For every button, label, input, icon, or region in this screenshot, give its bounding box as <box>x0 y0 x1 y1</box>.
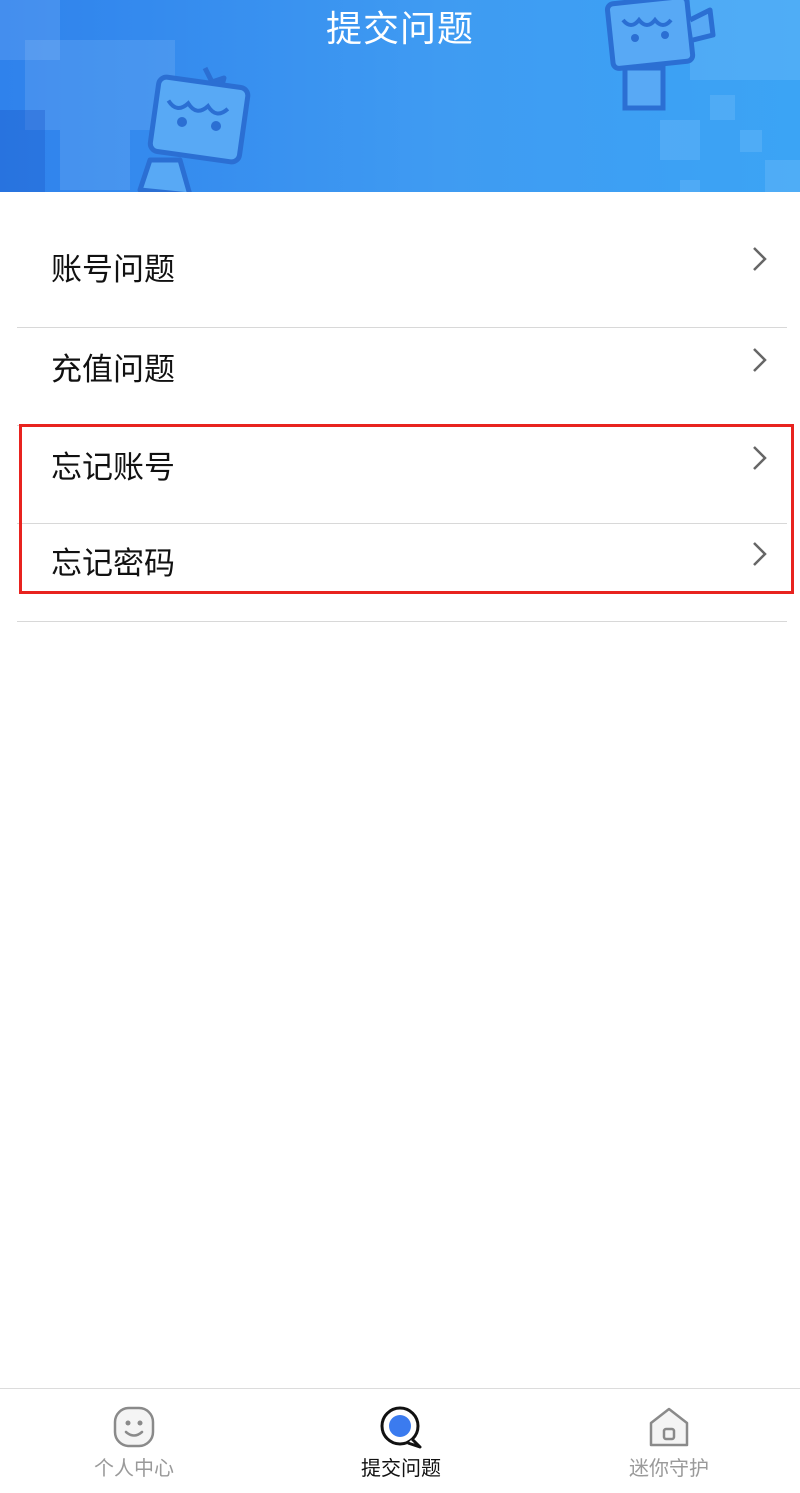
header-divider <box>0 192 800 205</box>
tab-submit-issue[interactable]: 提交问题 <box>301 1389 501 1493</box>
chevron-right-icon <box>753 247 767 271</box>
chevron-right-icon <box>753 348 767 372</box>
menu-item-label: 充值问题 <box>51 352 175 388</box>
smiley-face-icon <box>113 1406 155 1448</box>
highlight-box <box>19 424 794 594</box>
bottom-tab-bar: 个人中心 提交问题 迷你守护 <box>0 1388 800 1493</box>
tab-personal-center[interactable]: 个人中心 <box>34 1389 234 1493</box>
tab-label: 个人中心 <box>94 1456 174 1480</box>
menu-item-account-issue[interactable]: 账号问题 <box>17 205 787 328</box>
tab-label: 迷你守护 <box>629 1456 709 1480</box>
chat-bubble-icon <box>380 1406 422 1449</box>
page-title: 提交问题 <box>325 9 474 50</box>
menu-item-recharge-issue[interactable]: 充值问题 <box>17 328 787 426</box>
home-shield-icon <box>649 1407 689 1447</box>
menu-item-label: 账号问题 <box>51 252 175 288</box>
tab-label: 提交问题 <box>361 1456 441 1480</box>
mascot-left-icon <box>137 66 251 198</box>
tab-mini-guardian[interactable]: 迷你守护 <box>569 1389 769 1493</box>
header-banner: 提交问题 <box>0 0 800 205</box>
